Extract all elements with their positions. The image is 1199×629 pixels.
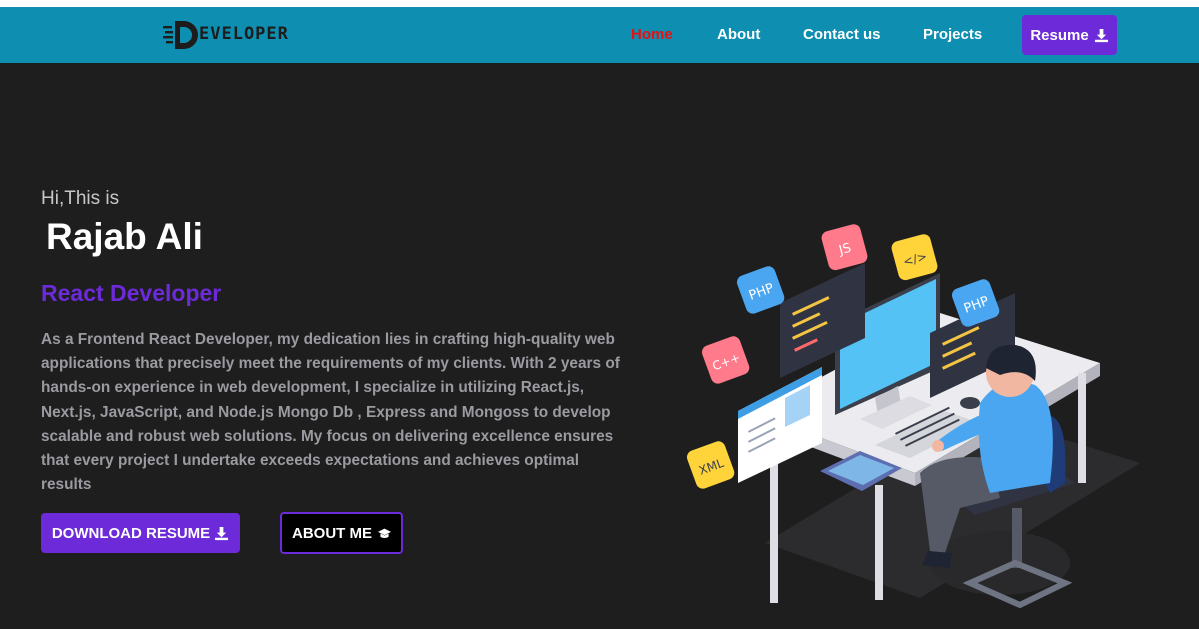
about-me-label: ABOUT ME: [292, 524, 372, 542]
html-tag-badge: </>: [891, 234, 938, 281]
nav-projects-link[interactable]: Projects: [923, 26, 982, 43]
nav-contact-link[interactable]: Contact us: [803, 26, 881, 43]
logo-d-icon: [163, 21, 198, 49]
hero-role: React Developer: [41, 280, 222, 306]
download-resume-label: DOWNLOAD RESUME: [51, 524, 211, 542]
resume-button-label: Resume: [1030, 26, 1089, 44]
download-icon: [215, 526, 229, 540]
nav-about-link[interactable]: About: [717, 26, 760, 43]
hero-name: Rajab Ali: [46, 216, 203, 257]
hero-section: Hi,This is Rajab Ali React Developer As …: [0, 63, 1199, 629]
top-strip: [0, 0, 1199, 7]
hero-greeting: Hi,This is: [41, 188, 120, 209]
hero-description: As a Frontend React Developer, my dedica…: [41, 331, 620, 494]
about-me-button[interactable]: ABOUT ME: [280, 512, 403, 554]
download-resume-button[interactable]: DOWNLOAD RESUME: [41, 513, 240, 553]
xml-badge: XML: [686, 441, 735, 489]
nav-home-link[interactable]: Home: [631, 26, 673, 43]
php-badge: PHP: [736, 266, 785, 314]
download-icon: [1094, 28, 1108, 42]
graduation-cap-icon: [378, 528, 391, 538]
cpp-badge: C++: [701, 336, 750, 384]
resume-button[interactable]: Resume: [1022, 15, 1117, 55]
navbar: EVELOPER Home About Contact us Projects …: [0, 7, 1199, 63]
logo-text: EVELOPER: [199, 24, 289, 44]
js-badge: JS: [821, 224, 868, 271]
site-logo[interactable]: EVELOPER: [163, 17, 323, 53]
developer-illustration: PHP JS </> PHP C++ XML: [686, 224, 1140, 609]
